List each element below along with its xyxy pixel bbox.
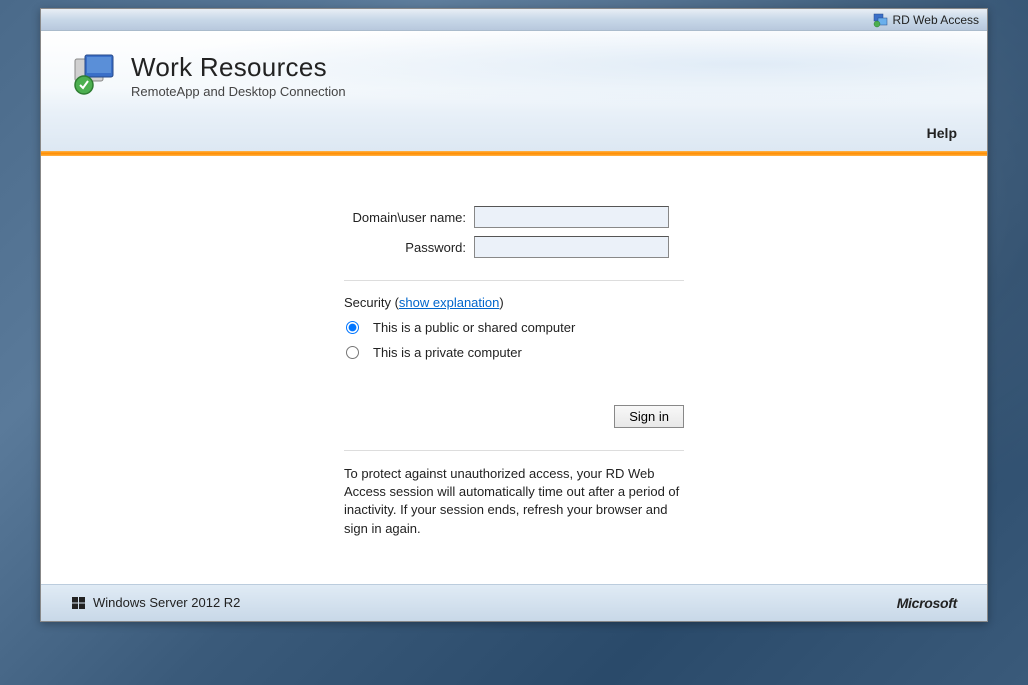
- security-explanation-link[interactable]: show explanation: [399, 295, 499, 310]
- top-bar: RD Web Access: [41, 9, 987, 31]
- signin-row: Sign in: [344, 405, 684, 428]
- password-row: Password:: [344, 236, 684, 258]
- password-input[interactable]: [474, 236, 669, 258]
- public-computer-label: This is a public or shared computer: [373, 320, 575, 335]
- remoteapp-logo-icon: [71, 51, 119, 99]
- divider: [344, 450, 684, 451]
- security-prefix: Security (: [344, 295, 399, 310]
- public-computer-radio[interactable]: [346, 321, 359, 334]
- private-computer-row: This is a private computer: [344, 345, 684, 360]
- login-form: Domain\user name: Password: Security (sh…: [344, 206, 684, 554]
- password-label: Password:: [344, 240, 474, 255]
- username-input[interactable]: [474, 206, 669, 228]
- help-link[interactable]: Help: [927, 125, 957, 141]
- login-panel: RD Web Access Work Resources RemoteApp a…: [40, 8, 988, 622]
- page-title: Work Resources: [131, 52, 346, 83]
- windows-logo-icon: [71, 595, 87, 611]
- timeout-notice: To protect against unauthorized access, …: [344, 465, 684, 538]
- product-name: Windows Server 2012 R2: [93, 595, 240, 610]
- footer: Windows Server 2012 R2 Microsoft: [41, 584, 987, 621]
- help-row: Help: [41, 113, 987, 151]
- page-subtitle: RemoteApp and Desktop Connection: [131, 84, 346, 99]
- security-suffix: ): [499, 295, 503, 310]
- security-label: Security (show explanation): [344, 295, 684, 310]
- divider: [344, 280, 684, 281]
- header: Work Resources RemoteApp and Desktop Con…: [41, 31, 987, 113]
- username-label: Domain\user name:: [344, 210, 474, 225]
- username-row: Domain\user name:: [344, 206, 684, 228]
- sign-in-button[interactable]: Sign in: [614, 405, 684, 428]
- top-bar-label: RD Web Access: [893, 13, 979, 27]
- header-text: Work Resources RemoteApp and Desktop Con…: [131, 52, 346, 99]
- vendor-logo: Microsoft: [897, 595, 957, 611]
- content-area: Domain\user name: Password: Security (sh…: [41, 156, 987, 584]
- rd-web-access-icon: [873, 12, 889, 28]
- private-computer-label: This is a private computer: [373, 345, 522, 360]
- footer-left: Windows Server 2012 R2: [71, 595, 240, 611]
- private-computer-radio[interactable]: [346, 346, 359, 359]
- public-computer-row: This is a public or shared computer: [344, 320, 684, 335]
